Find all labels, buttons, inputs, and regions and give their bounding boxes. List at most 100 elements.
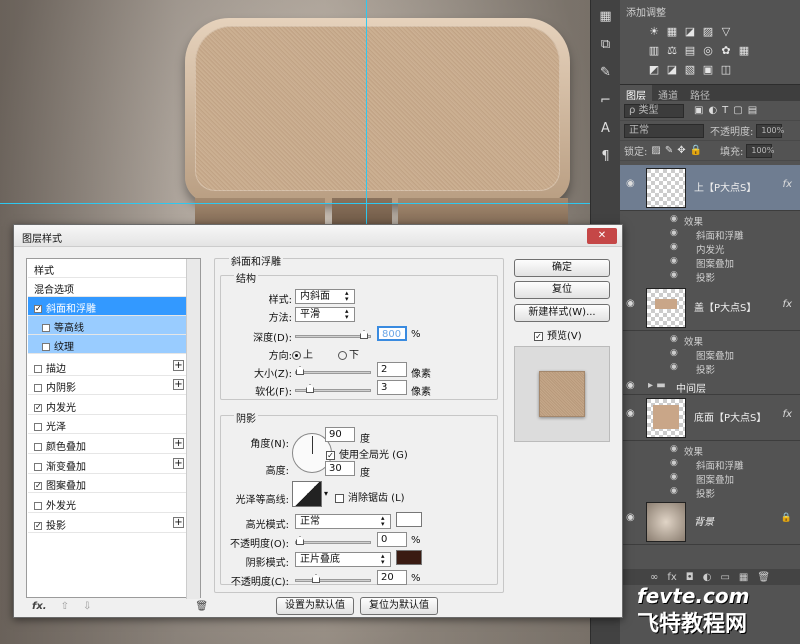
- highlight-opacity-slider[interactable]: [295, 536, 371, 545]
- expand-arrow-icon[interactable]: ▸ ▬: [648, 380, 666, 391]
- tab-paths[interactable]: 路径: [684, 85, 716, 102]
- invert-icon[interactable]: ◩: [648, 64, 660, 76]
- style-item-bevel[interactable]: ✓ 斜面和浮雕: [28, 297, 187, 316]
- levels-icon[interactable]: ▦: [666, 26, 678, 38]
- effect-eye-icon[interactable]: ◉: [670, 334, 678, 344]
- effect-eye-icon[interactable]: ◉: [670, 256, 678, 266]
- brightness-icon[interactable]: ☀: [648, 26, 660, 38]
- new-group-icon[interactable]: ▭: [720, 572, 729, 583]
- fx-menu-icon[interactable]: fx: [667, 572, 676, 583]
- add-icon[interactable]: +: [173, 517, 184, 528]
- direction-down-radio[interactable]: 下: [332, 346, 359, 361]
- effects-row[interactable]: ◉ 效果: [620, 213, 800, 228]
- tab-channels[interactable]: 通道: [652, 85, 684, 102]
- group-name[interactable]: 中间层: [676, 380, 706, 395]
- effect-row[interactable]: ◉ 图案叠加: [620, 471, 800, 486]
- hue-saturation-icon[interactable]: ▥: [648, 45, 660, 57]
- vibrance-icon[interactable]: ▽: [720, 26, 732, 38]
- radio-icon[interactable]: [338, 350, 347, 360]
- style-item-stroke[interactable]: 描边 +: [28, 357, 187, 376]
- add-icon[interactable]: +: [173, 438, 184, 449]
- layer-row[interactable]: ◉ 底面【P大点S】 fx: [620, 395, 800, 441]
- color-lookup-icon[interactable]: ▦: [738, 45, 750, 57]
- tool-presets-icon[interactable]: ⌐: [596, 92, 616, 110]
- style-item-contour[interactable]: 等高线: [28, 316, 187, 335]
- fx-icon[interactable]: fx: [783, 299, 792, 310]
- style-item-blending[interactable]: 混合选项: [28, 278, 187, 297]
- checkbox-checked-icon[interactable]: ✓: [34, 522, 42, 530]
- ok-button[interactable]: 确定: [514, 259, 610, 277]
- preview-checkbox[interactable]: ✓ 预览(V): [534, 327, 582, 342]
- fx-icon[interactable]: fx.: [32, 601, 47, 615]
- effect-row[interactable]: ◉ 斜面和浮雕: [620, 457, 800, 472]
- effect-eye-icon[interactable]: ◉: [670, 444, 678, 454]
- checkbox-checked-icon[interactable]: ✓: [326, 450, 335, 460]
- effect-eye-icon[interactable]: ◉: [670, 362, 678, 372]
- effect-row[interactable]: ◉ 斜面和浮雕: [620, 227, 800, 242]
- clone-source-icon[interactable]: ⧉: [596, 36, 616, 54]
- checkbox-icon[interactable]: [34, 463, 42, 471]
- shadow-color-swatch[interactable]: [396, 550, 422, 565]
- style-list-scrollbar[interactable]: [186, 259, 200, 599]
- move-up-icon[interactable]: ⇧: [61, 601, 69, 615]
- shadow-mode-select[interactable]: 正片叠底: [295, 552, 391, 567]
- effects-row[interactable]: ◉ 效果: [620, 333, 800, 348]
- character-icon[interactable]: A: [596, 120, 616, 138]
- color-balance-icon[interactable]: ⚖: [666, 45, 678, 57]
- effect-row[interactable]: ◉ 图案叠加: [620, 347, 800, 362]
- checkbox-icon[interactable]: [335, 493, 344, 503]
- visibility-eye-icon[interactable]: ◉: [626, 178, 635, 189]
- effect-eye-icon[interactable]: ◉: [670, 348, 678, 358]
- layer-name[interactable]: 上【P大点S】: [694, 179, 756, 194]
- reset-default-button[interactable]: 复位为默认值: [360, 597, 438, 615]
- angle-input[interactable]: 90: [325, 427, 355, 442]
- opacity-input[interactable]: 100%: [756, 123, 784, 138]
- style-item-texture[interactable]: 纹理: [28, 335, 187, 354]
- size-slider[interactable]: [295, 366, 371, 375]
- style-item-color-overlay[interactable]: 颜色叠加 +: [28, 435, 187, 454]
- reset-button[interactable]: 复位: [514, 281, 610, 299]
- history-icon[interactable]: ▦: [596, 8, 616, 26]
- add-icon[interactable]: +: [173, 379, 184, 390]
- visibility-eye-icon[interactable]: ◉: [626, 380, 635, 391]
- depth-slider[interactable]: [295, 330, 371, 339]
- style-item-drop-shadow[interactable]: ✓ 投影 +: [28, 514, 187, 533]
- move-down-icon[interactable]: ⇩: [83, 601, 91, 615]
- checkbox-icon[interactable]: [34, 502, 42, 510]
- layer-name[interactable]: 盖【P大点S】: [694, 299, 756, 314]
- checkbox-checked-icon[interactable]: ✓: [34, 404, 42, 412]
- brush-presets-icon[interactable]: ✎: [596, 64, 616, 82]
- effects-row[interactable]: ◉ 效果: [620, 443, 800, 458]
- paragraph-icon[interactable]: ¶: [596, 148, 616, 166]
- style-item-gradient-overlay[interactable]: 渐变叠加 +: [28, 455, 187, 474]
- altitude-input[interactable]: 30: [325, 461, 355, 476]
- add-icon[interactable]: +: [173, 360, 184, 371]
- highlight-opacity-input[interactable]: 0: [377, 532, 407, 547]
- blend-mode-select[interactable]: 正常: [624, 123, 704, 138]
- checkbox-checked-icon[interactable]: ✓: [34, 305, 42, 313]
- gradient-map-icon[interactable]: ▣: [702, 64, 714, 76]
- highlight-mode-select[interactable]: 正常: [295, 514, 391, 529]
- channel-mixer-icon[interactable]: ✿: [720, 45, 732, 57]
- new-layer-icon[interactable]: ▦: [739, 572, 748, 583]
- link-icon[interactable]: ∞: [650, 572, 658, 583]
- checkbox-icon[interactable]: [34, 384, 42, 392]
- style-item-inner-glow[interactable]: ✓ 内发光: [28, 396, 187, 415]
- effect-row[interactable]: ◉ 图案叠加: [620, 255, 800, 270]
- gloss-contour-preview[interactable]: [292, 481, 322, 507]
- effect-row[interactable]: ◉ 投影: [620, 269, 800, 284]
- effect-eye-icon[interactable]: ◉: [670, 214, 678, 224]
- effect-eye-icon[interactable]: ◉: [670, 242, 678, 252]
- soften-slider[interactable]: [295, 384, 371, 393]
- filter-icons[interactable]: ▣◐T▢▤: [694, 105, 762, 116]
- layer-filter-select[interactable]: ρ 类型: [624, 103, 684, 118]
- bevel-style-select[interactable]: 内斜面: [295, 289, 355, 304]
- exposure-icon[interactable]: ▨: [702, 26, 714, 38]
- trash-icon[interactable]: 🗑: [195, 601, 208, 615]
- threshold-icon[interactable]: ▧: [684, 64, 696, 76]
- checkbox-checked-icon[interactable]: ✓: [34, 482, 42, 490]
- antialias-checkbox[interactable]: 消除锯齿 (L): [335, 489, 405, 504]
- effect-row[interactable]: ◉ 内发光: [620, 241, 800, 256]
- curves-icon[interactable]: ◪: [684, 26, 696, 38]
- adjustment-layer-icon[interactable]: ◐: [703, 572, 712, 583]
